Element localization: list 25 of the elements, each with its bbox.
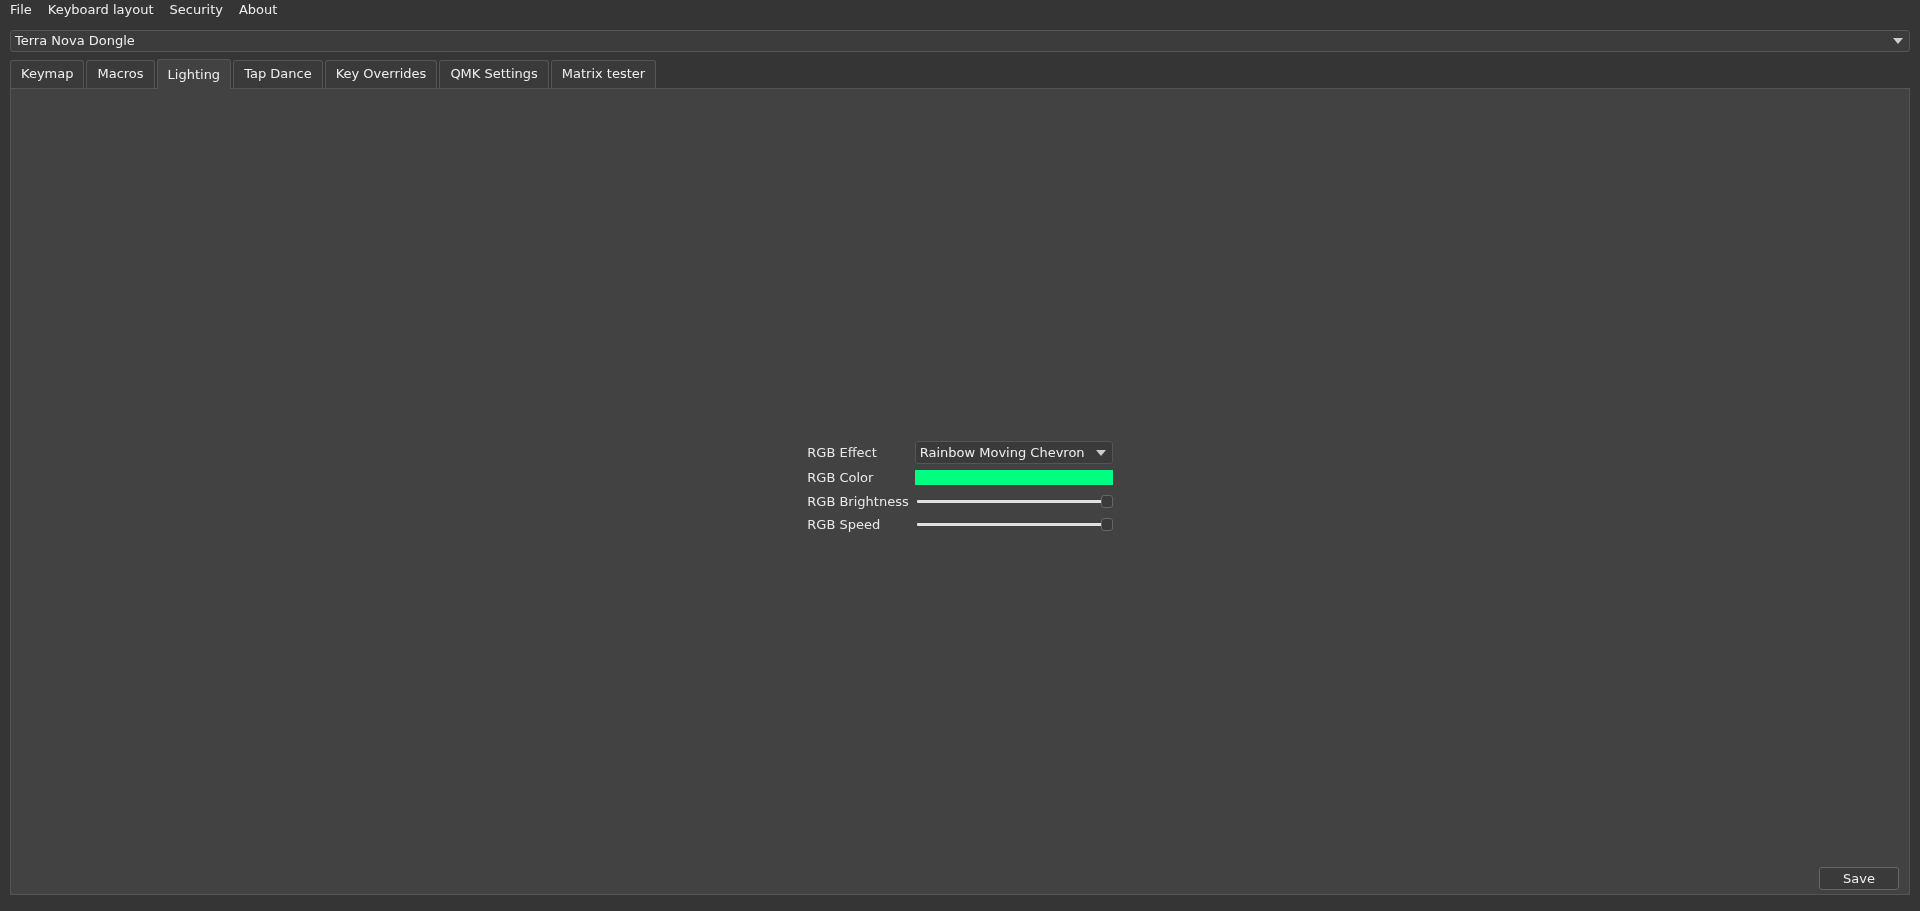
- slider-thumb[interactable]: [1100, 518, 1113, 532]
- menu-item[interactable]: About: [230, 0, 286, 20]
- menu-item[interactable]: Keyboard layout: [39, 0, 162, 20]
- effect-dropdown[interactable]: Rainbow Moving Chevron: [914, 441, 1113, 464]
- tab[interactable]: Keymap: [10, 60, 85, 88]
- tab[interactable]: Lighting: [156, 59, 232, 89]
- tab[interactable]: Key Overrides: [324, 60, 438, 88]
- device-dropdown[interactable]: Terra Nova Dongle: [10, 30, 1910, 52]
- menu-item[interactable]: Security: [161, 0, 231, 20]
- setting-label: RGB Brightness: [807, 492, 909, 511]
- tab[interactable]: QMK Settings: [439, 60, 549, 88]
- tab[interactable]: Matrix tester: [550, 60, 657, 88]
- save-button[interactable]: Save: [1819, 867, 1899, 890]
- slider-thumb[interactable]: [1100, 494, 1113, 508]
- setting-label: RGB Effect: [807, 443, 878, 462]
- setting-label: RGB Speed: [807, 516, 882, 534]
- tab[interactable]: Tap Dance: [233, 60, 323, 88]
- slider-track[interactable]: [914, 492, 1113, 510]
- menu-item[interactable]: File: [2, 0, 40, 20]
- color-swatch[interactable]: [914, 470, 1113, 486]
- tab[interactable]: Macros: [86, 60, 155, 88]
- slider-track[interactable]: [914, 516, 1113, 534]
- dropdown-arrow-icon: [1893, 38, 1903, 44]
- setting-label: RGB Color: [807, 469, 875, 487]
- dropdown-arrow-icon: [1095, 449, 1106, 456]
